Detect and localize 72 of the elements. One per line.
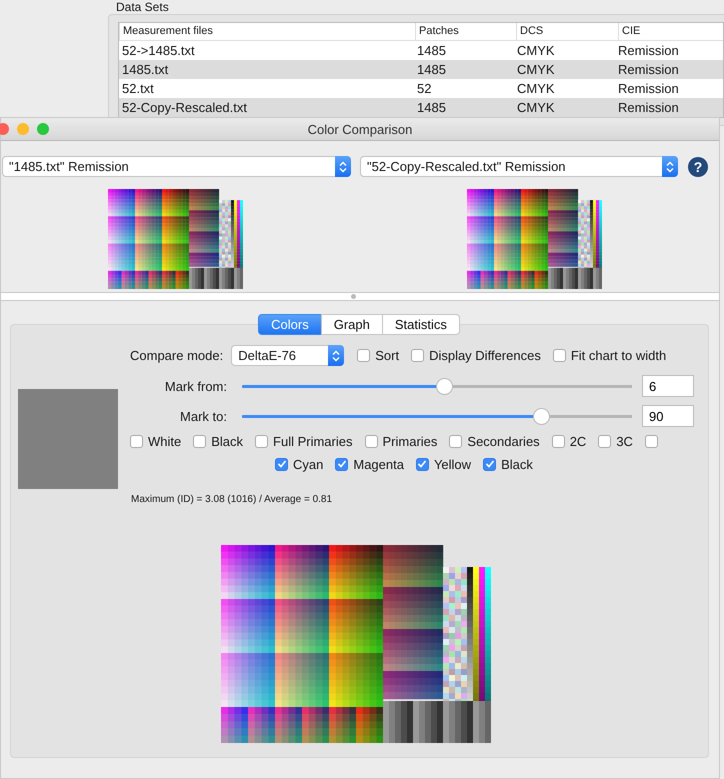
compare-mode-label: Compare mode: xyxy=(130,348,224,363)
column-header[interactable]: DCS xyxy=(516,23,618,40)
table-cell-text: CMYK xyxy=(516,43,556,58)
window-title: Color Comparison xyxy=(306,122,414,136)
checkbox[interactable]: Primaries xyxy=(364,434,438,448)
table-cell-text: 52 xyxy=(416,81,432,96)
checkbox-icon[interactable] xyxy=(275,458,288,470)
checkbox[interactable]: Black xyxy=(193,434,244,448)
splitter-handle[interactable] xyxy=(1,292,719,301)
checkbox[interactable]: Display Differences xyxy=(411,348,541,363)
table-cell-text: Remission xyxy=(617,100,680,115)
checkbox-icon[interactable] xyxy=(357,349,370,362)
slider-label: Mark to: xyxy=(179,408,227,424)
checkbox-icon[interactable] xyxy=(449,434,462,448)
checkbox-icon[interactable] xyxy=(598,434,612,448)
checkbox-icon[interactable] xyxy=(335,458,348,470)
table-cell-text: Remission xyxy=(617,43,680,58)
checkbox[interactable]: Yellow xyxy=(416,456,472,472)
checkbox-icon[interactable] xyxy=(552,349,566,362)
table-cell-text: 1485 xyxy=(416,43,447,58)
table-cell-text: CMYK xyxy=(516,81,556,96)
tab[interactable]: Graph xyxy=(320,314,383,335)
checkbox-icon[interactable] xyxy=(193,434,206,448)
stepper-icon xyxy=(328,345,344,366)
checkbox[interactable]: Black xyxy=(483,456,533,472)
checkbox[interactable]: White xyxy=(130,434,182,448)
slider-thumb[interactable] xyxy=(533,408,550,424)
checkbox[interactable]: 2C xyxy=(552,434,586,448)
minimize-icon[interactable] xyxy=(17,123,29,135)
column-header[interactable]: Measurement files xyxy=(119,23,415,40)
checkbox-icon[interactable] xyxy=(411,349,424,362)
stepper-icon xyxy=(662,156,678,177)
table-cell-text: Remission xyxy=(617,62,680,77)
checkbox-icon[interactable] xyxy=(255,434,268,448)
stepper-icon xyxy=(335,156,351,177)
checkbox-icon[interactable] xyxy=(552,434,565,448)
checkbox-icon[interactable] xyxy=(483,458,496,470)
value-field[interactable]: 90 xyxy=(642,405,694,427)
value-field[interactable]: 6 xyxy=(642,375,694,397)
slider-label: Mark from: xyxy=(164,378,227,394)
checkbox[interactable]: 3C xyxy=(598,434,633,448)
zoom-icon[interactable] xyxy=(37,123,49,135)
table-cell-text: 1485 xyxy=(416,62,447,77)
column-header[interactable]: Patches xyxy=(415,23,516,40)
group-label: Data Sets xyxy=(116,0,169,14)
slider-thumb[interactable] xyxy=(436,378,453,394)
checkbox-icon[interactable] xyxy=(644,434,658,448)
checkbox[interactable]: Magenta xyxy=(335,456,404,472)
checkbox[interactable]: Secondaries xyxy=(449,434,540,448)
checkbox[interactable]: Sort xyxy=(357,348,400,363)
statistics-text: Maximum (ID) = 3.08 (1016) / Average = 0.81 xyxy=(131,494,334,505)
table-cell-text: 52-Copy-Rescaled.txt xyxy=(121,100,248,115)
table-cell-text: CMYK xyxy=(516,62,556,77)
checkbox-icon[interactable] xyxy=(130,434,143,448)
tab[interactable]: Statistics xyxy=(382,314,460,335)
checkbox[interactable]: Full Primaries xyxy=(255,434,352,448)
checkbox-icon[interactable] xyxy=(416,458,429,470)
table-cell-text: 1485 xyxy=(416,100,447,115)
checkbox[interactable]: Fit chart to width xyxy=(552,348,666,363)
column-header[interactable]: CIE xyxy=(618,23,722,40)
table-cell-text: 1485.txt xyxy=(121,62,170,77)
help-button[interactable]: ? xyxy=(688,156,708,176)
table-cell-text: CMYK xyxy=(516,100,556,115)
checkbox[interactable]: Cyan xyxy=(275,456,324,472)
source-dropdown[interactable]: "1485.txt" Remission xyxy=(2,156,351,177)
source-dropdown[interactable]: "52-Copy-Rescaled.txt" Remission xyxy=(360,156,678,177)
table-cell-text: Remission xyxy=(617,81,680,96)
table-cell-text: 52.txt xyxy=(121,81,155,96)
close-icon[interactable] xyxy=(0,123,9,135)
checkbox-icon[interactable] xyxy=(364,434,378,448)
table-cell-text: 52->1485.txt xyxy=(121,43,196,58)
compare-mode-dropdown[interactable]: DeltaE-76 xyxy=(231,345,344,366)
